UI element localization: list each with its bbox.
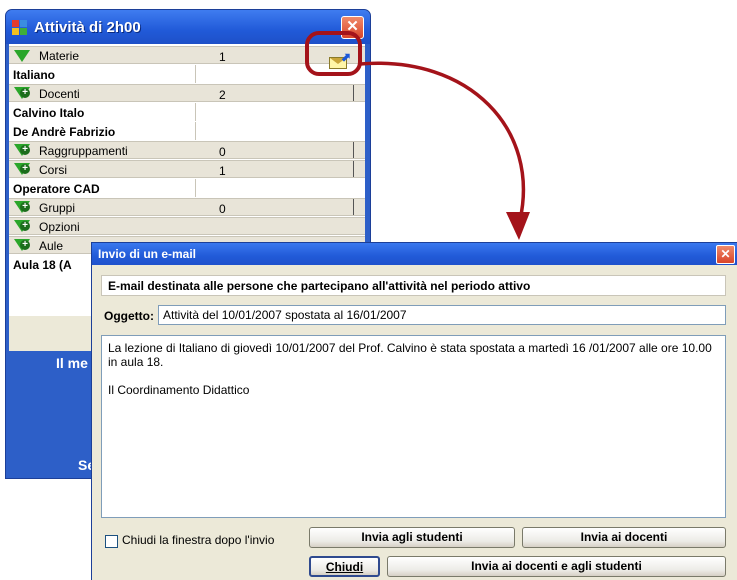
section-label: Gruppi [39,201,76,215]
add-icon[interactable]: + [14,144,30,157]
section-count: 1 [219,164,226,178]
dialog-title: Invio di un e-mail [98,247,197,261]
section-gruppi[interactable]: + Gruppi 0 [9,198,365,216]
send-to-students-button[interactable]: Invia agli studenti [309,527,515,548]
add-icon[interactable]: + [14,163,30,176]
close-after-send-checkbox[interactable] [105,535,118,548]
section-count: 2 [219,88,226,102]
section-count: 1 [219,50,226,64]
subject-input[interactable]: Attività del 10/01/2007 spostata al 16/0… [158,305,726,325]
column-divider [353,85,354,101]
column-divider [353,199,354,215]
section-docenti[interactable]: + Docenti 2 [9,84,365,102]
section-label: Raggruppamenti [39,144,128,158]
close-button[interactable]: Chiudi [309,556,380,577]
section-count: 0 [219,202,226,216]
section-label: Aule [39,239,64,253]
add-icon[interactable]: + [14,87,30,100]
section-raggruppamenti[interactable]: + Raggruppamenti 0 [9,141,365,159]
add-icon[interactable]: + [14,239,30,252]
item-label: Operatore CAD [13,182,100,196]
item-label: Calvino Italo [13,106,85,120]
section-label: Docenti [39,87,80,101]
activity-window-title: Attività di 2h00 [34,19,141,36]
close-button-label: Chiudi [325,560,364,574]
email-dialog: Invio di un e-mail ✕ E-mail destinata al… [91,242,737,580]
column-divider [195,179,196,197]
send-to-teachers-button[interactable]: Invia ai docenti [522,527,726,548]
add-icon[interactable]: + [14,220,30,233]
column-divider [353,161,354,177]
list-item[interactable]: De Andrè Fabrizio [9,122,365,140]
highlight-ring [305,31,362,76]
item-label: Aula 18 (A [13,258,72,272]
list-item[interactable]: Operatore CAD [9,179,365,197]
status-message: Il me [56,355,88,371]
column-divider [195,122,196,140]
section-label: Materie [39,49,80,63]
column-divider [195,103,196,121]
column-divider [195,65,196,83]
column-divider [353,142,354,158]
dialog-title-bar[interactable]: Invio di un e-mail ✕ [92,243,737,265]
close-icon[interactable]: ✕ [716,245,735,264]
section-opzioni[interactable]: + Opzioni [9,217,365,235]
add-icon[interactable]: + [14,201,30,214]
section-label: Corsi [39,163,68,177]
app-icon [12,20,28,36]
checkbox-label: Chiudi la finestra dopo l'invio [122,533,275,547]
item-label: De Andrè Fabrizio [13,125,116,139]
send-to-all-button[interactable]: Invia ai docenti e agli studenti [387,556,726,577]
list-item[interactable]: Calvino Italo [9,103,365,121]
subject-label: Oggetto: [104,309,154,323]
message-body-input[interactable]: La lezione di Italiano di giovedì 10/01/… [101,335,726,518]
section-corsi[interactable]: + Corsi 1 [9,160,365,178]
item-label: Italiano [13,68,56,82]
recipient-info: E-mail destinata alle persone che partec… [101,275,726,296]
expanded-triangle-icon[interactable] [14,50,30,62]
section-count: 0 [219,145,226,159]
section-label: Opzioni [39,220,80,234]
